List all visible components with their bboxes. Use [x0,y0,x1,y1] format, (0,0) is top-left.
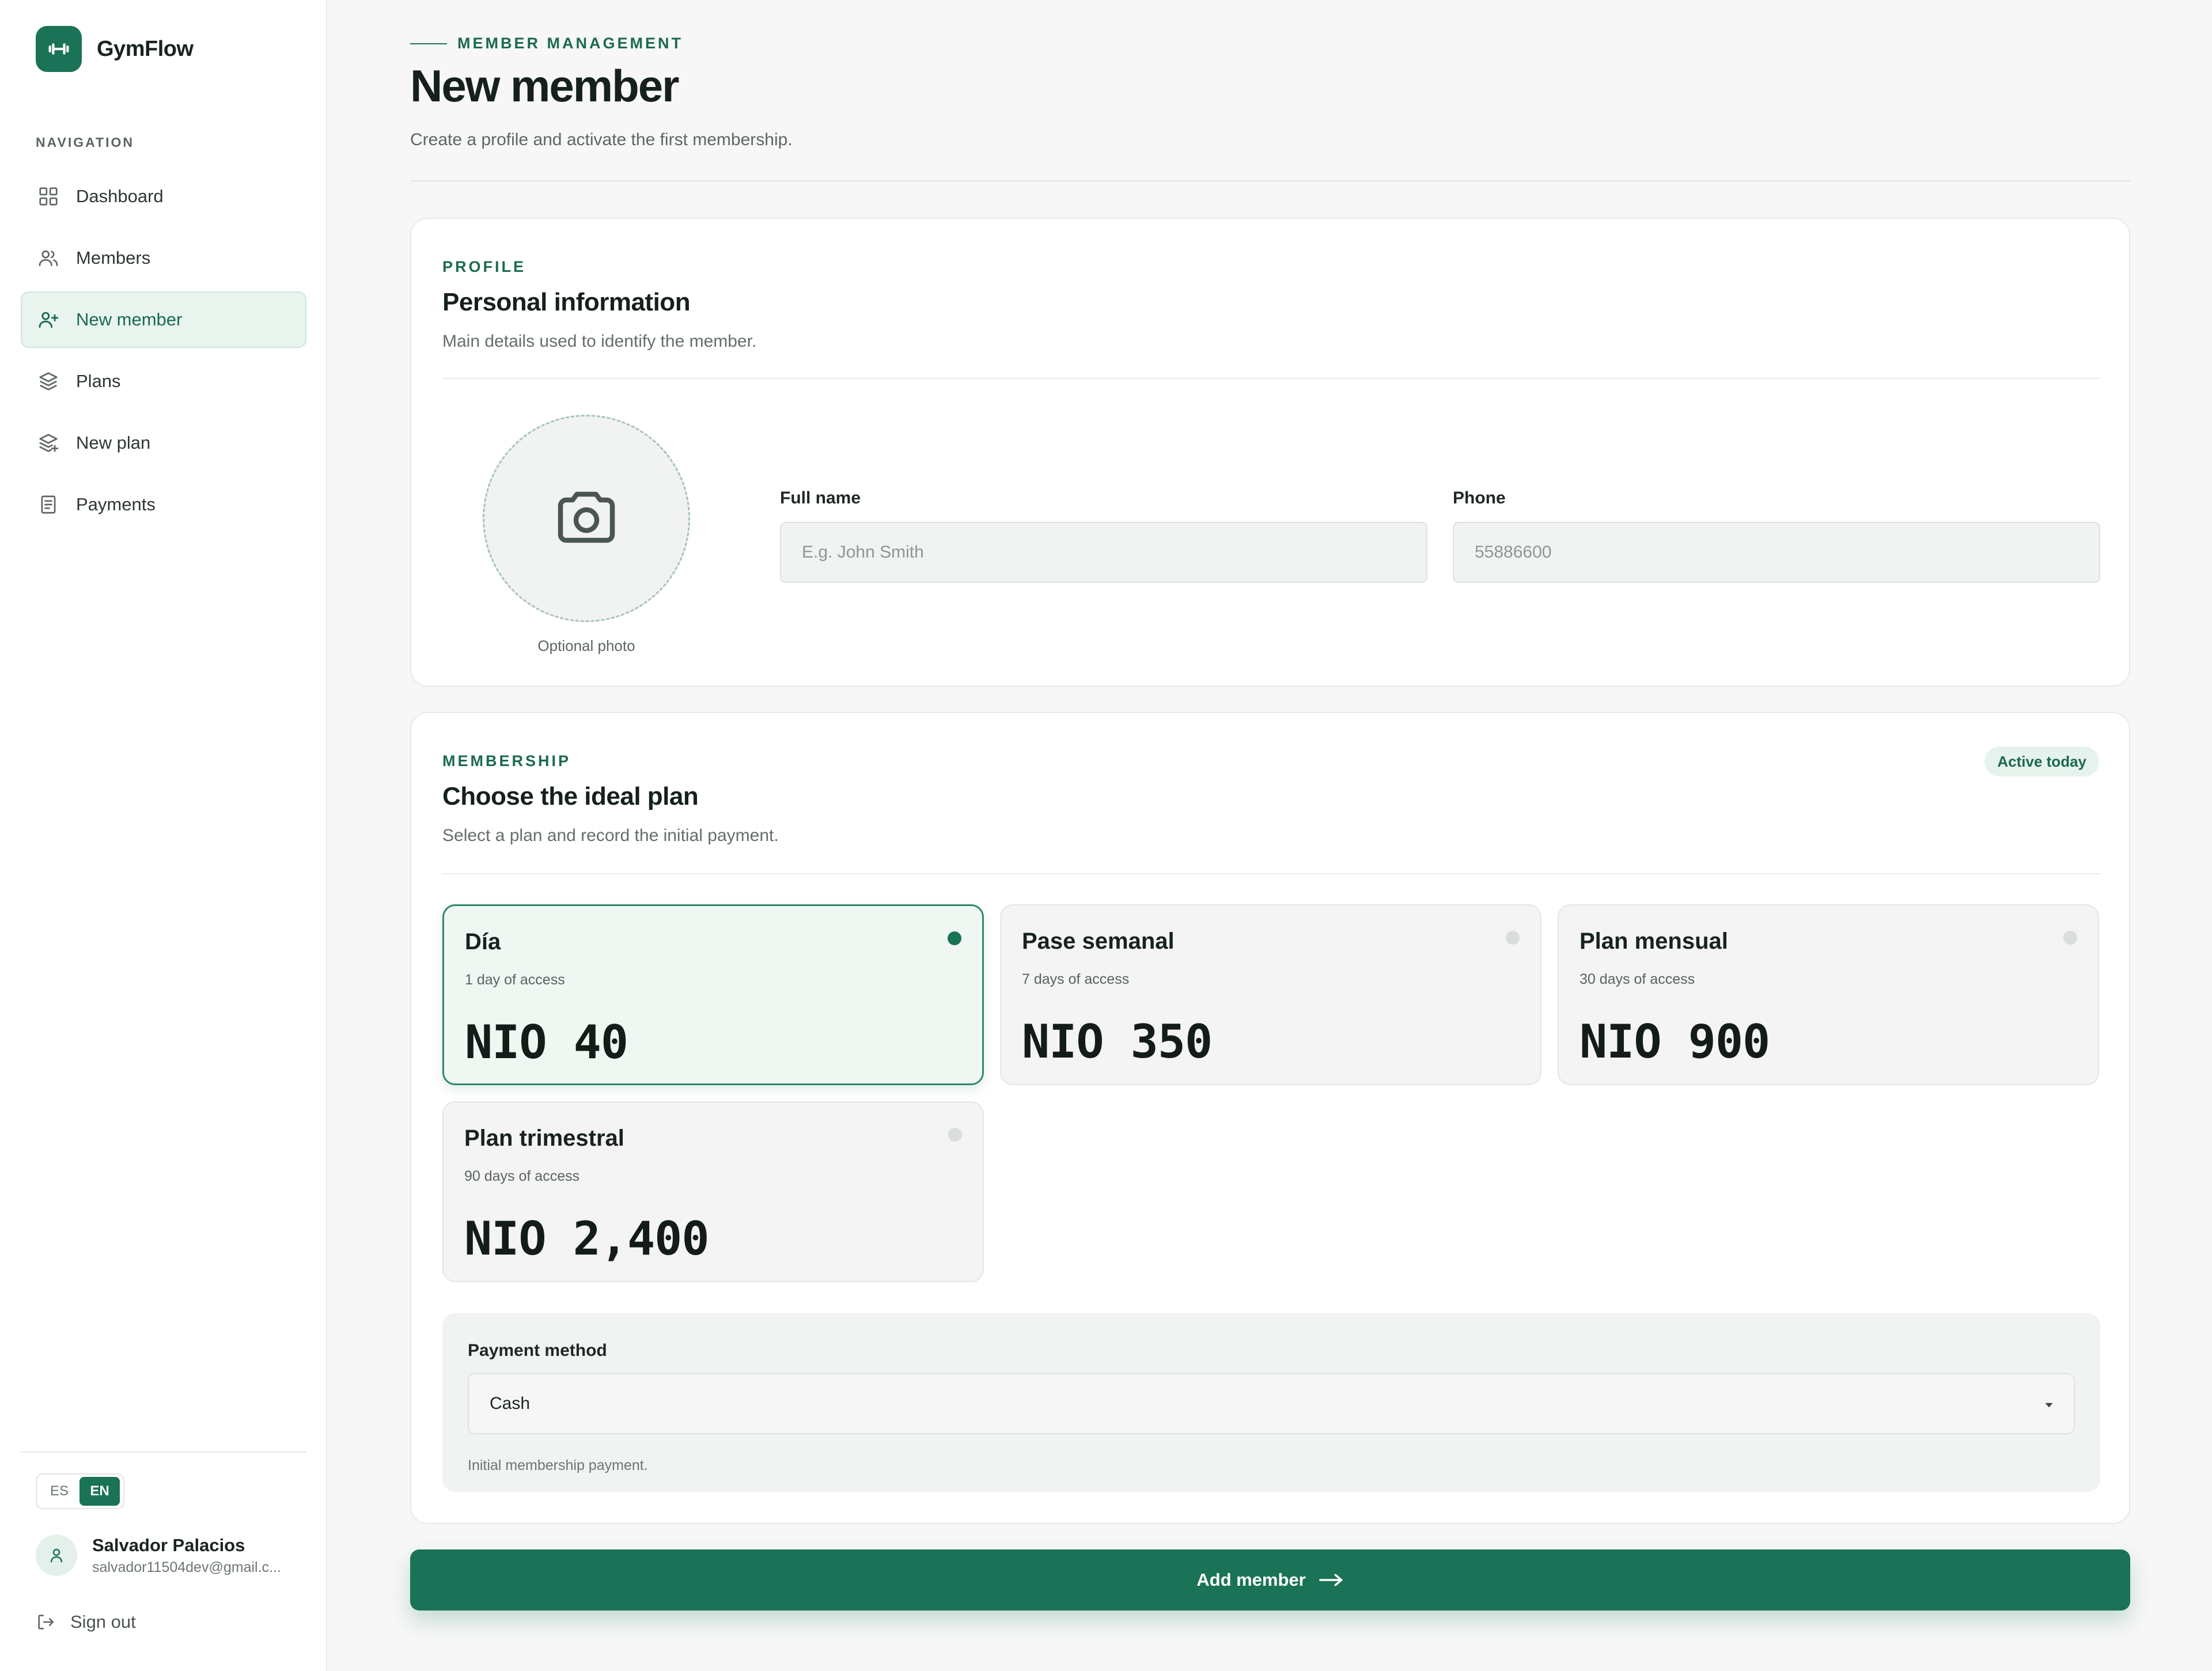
sign-out-label: Sign out [70,1612,136,1632]
sidebar: GymFlow NAVIGATION Dashboard Members New… [0,0,327,1671]
membership-divider [442,873,2100,874]
receipt-icon [37,493,60,516]
logout-icon [36,1612,55,1632]
page-title: New member [410,60,680,111]
plan-days: 90 days of access [464,1168,580,1184]
phone-label: Phone [1453,488,1506,507]
add-member-button[interactable]: Add member [410,1549,2130,1611]
plan-name: Plan trimestral [464,1126,624,1151]
plan-card-plan-trimestral[interactable]: Plan trimestral 90 days of access NIO 2,… [442,1101,984,1282]
user-plus-icon [37,308,60,331]
status-badge: Active today [1984,747,2099,776]
sign-out-button[interactable]: Sign out [36,1612,136,1632]
sidebar-item-members[interactable]: Members [21,230,306,286]
sidebar-item-payments[interactable]: Payments [21,476,306,533]
brand-name: GymFlow [97,36,194,61]
plan-days: 1 day of access [465,972,565,988]
radio-dot-icon [1506,931,1520,945]
sidebar-divider [21,1452,306,1453]
grid-icon [37,185,60,208]
sidebar-item-label: New member [76,309,183,329]
sidebar-item-label: Dashboard [76,186,164,206]
plan-card-dia[interactable]: Día 1 day of access NIO 40 [442,904,984,1085]
brand[interactable]: GymFlow [36,26,194,72]
profile-divider [442,378,2100,379]
arrow-right-icon [1319,1571,1344,1589]
photo-label: Optional photo [537,637,635,654]
sidebar-item-label: Payments [76,494,156,514]
plan-card-plan-mensual[interactable]: Plan mensual 30 days of access NIO 900 [1558,904,2099,1085]
user-profile: Salvador Palacios salvador11504dev@gmail… [36,1534,300,1576]
avatar [36,1534,77,1576]
plan-name: Pase semanal [1022,929,1175,954]
plan-price: NIO 40 [465,1016,628,1069]
chevron-down-icon [2041,1397,2056,1417]
payment-method-select[interactable]: Cash [468,1373,2075,1434]
nav-section-label: NAVIGATION [36,135,134,150]
lang-option-en[interactable]: EN [79,1477,120,1506]
plan-name: Día [465,929,501,954]
user-name: Salvador Palacios [92,1534,245,1555]
plan-name: Plan mensual [1580,929,1728,954]
page-eyebrow-text: MEMBER MANAGEMENT [457,35,683,52]
plan-price: NIO 350 [1022,1015,1213,1068]
membership-card: MEMBERSHIP Choose the ideal plan Select … [410,712,2130,1524]
layers-icon [37,370,60,393]
lang-option-es[interactable]: ES [39,1477,79,1506]
radio-dot-icon [948,1128,962,1142]
sidebar-nav: Dashboard Members New member Plans New p… [21,168,306,538]
payment-help-text: Initial membership payment. [468,1457,648,1473]
camera-icon [552,483,621,555]
full-name-input[interactable] [780,522,1427,583]
phone-input[interactable] [1453,522,2100,583]
sidebar-item-label: Members [76,248,151,268]
membership-title: Choose the ideal plan [442,782,699,810]
dumbbell-icon [36,26,82,72]
full-name-label: Full name [780,488,861,507]
radio-dot-icon [948,931,961,945]
payment-method-label: Payment method [468,1341,607,1360]
sidebar-item-plans[interactable]: Plans [21,353,306,410]
plan-price: NIO 2,400 [464,1212,709,1265]
membership-subtitle: Select a plan and record the initial pay… [442,826,779,845]
sidebar-item-new-member[interactable]: New member [21,291,306,348]
payment-panel: Payment method Cash Initial membership p… [442,1313,2100,1492]
add-member-label: Add member [1196,1570,1306,1590]
user-email: salvador11504dev@gmail.c... [92,1559,281,1575]
membership-eyebrow: MEMBERSHIP [442,752,571,770]
page-subtitle: Create a profile and activate the first … [410,130,793,149]
payment-method-value: Cash [490,1394,531,1413]
profile-subtitle: Main details used to identify the member… [442,332,757,351]
layers-plus-icon [37,431,60,454]
sidebar-item-new-plan[interactable]: New plan [21,415,306,471]
sidebar-item-label: Plans [76,371,121,391]
plan-days: 30 days of access [1580,971,1695,987]
profile-title: Personal information [442,288,691,316]
users-icon [37,247,60,270]
sidebar-item-dashboard[interactable]: Dashboard [21,168,306,225]
profile-card: PROFILE Personal information Main detail… [410,218,2130,687]
plan-price: NIO 900 [1580,1015,1770,1068]
page-divider [410,180,2130,181]
language-switcher: ES EN [36,1473,124,1509]
sidebar-item-label: New plan [76,433,151,453]
plan-days: 7 days of access [1022,971,1130,987]
profile-eyebrow: PROFILE [442,258,527,275]
plan-card-pase-semanal[interactable]: Pase semanal 7 days of access NIO 350 [1000,904,1541,1085]
page-eyebrow: MEMBER MANAGEMENT [410,35,683,52]
eyebrow-line [410,43,447,44]
photo-upload[interactable] [483,415,690,622]
radio-dot-icon [2063,931,2077,945]
